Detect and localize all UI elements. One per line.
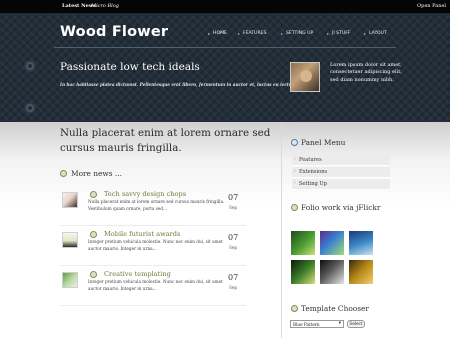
news-day: 07 bbox=[228, 193, 239, 202]
latest-news-link[interactable]: Micro Blog bbox=[91, 3, 119, 9]
subtagline: In hac habitasse platea dictumst. Pellen… bbox=[60, 82, 296, 87]
gear-ornament-icon bbox=[24, 102, 36, 114]
news-thumbnail[interactable] bbox=[62, 232, 78, 248]
news-excerpt: Integer pretium vehicula molestie. Nunc … bbox=[88, 279, 223, 291]
intro-text: Lorem ipsum dolor sit amet, consectetuer… bbox=[330, 62, 402, 83]
site-logo[interactable]: Wood Flower bbox=[60, 24, 168, 40]
bullet-icon bbox=[90, 191, 97, 198]
news-day: 07 bbox=[228, 233, 239, 242]
nav-home[interactable]: ▸ HOME bbox=[208, 31, 227, 36]
nav-home-label: HOME bbox=[213, 31, 227, 36]
news-thumbnail[interactable] bbox=[62, 192, 78, 208]
panel-item-extensions[interactable]: Extensions bbox=[292, 167, 390, 178]
top-news-bar: Latest News: Micro Blog Open Panel bbox=[0, 0, 450, 14]
panel-item-setting-up[interactable]: Setting Up bbox=[292, 179, 390, 190]
nav-arrow-icon: ▸ bbox=[364, 31, 367, 36]
sidebar-divider bbox=[281, 122, 282, 338]
nav-features[interactable]: ▸ FEATURES bbox=[238, 31, 267, 36]
bullet-icon bbox=[291, 305, 298, 312]
nav-arrow-icon: ▸ bbox=[327, 31, 330, 36]
flickr-photo[interactable] bbox=[290, 230, 316, 256]
news-month: Sep bbox=[229, 205, 238, 210]
news-thumbnail[interactable] bbox=[62, 272, 78, 288]
nav-divider bbox=[54, 47, 396, 48]
nav-ji-stuff[interactable]: ▸ JI STUFF bbox=[327, 31, 351, 36]
flickr-heading: Folio work via jFlickr bbox=[301, 203, 381, 212]
news-month: Sep bbox=[229, 245, 238, 250]
flickr-photo[interactable] bbox=[290, 259, 316, 285]
news-excerpt: Integer pretium vehicula molestie. Nunc … bbox=[88, 239, 223, 251]
nav-setting-up-label: SETTING UP bbox=[286, 31, 314, 36]
open-panel-link[interactable]: Open Panel bbox=[417, 3, 446, 9]
bullet-icon bbox=[90, 271, 97, 278]
nav-arrow-icon: ▸ bbox=[208, 31, 211, 36]
nav-setting-up[interactable]: ▸ SETTING UP bbox=[281, 31, 314, 36]
main-heading: Nulla placerat enim at lorem ornare sed … bbox=[60, 127, 271, 154]
news-divider bbox=[60, 265, 246, 266]
news-excerpt: Nulla placerat enim at lorem ornare sed … bbox=[88, 199, 225, 211]
nav-arrow-icon: ▸ bbox=[238, 31, 241, 36]
news-month: Sep bbox=[229, 285, 238, 290]
news-item: Creative templating Integer pretium vehi… bbox=[60, 270, 246, 308]
nav-ji-stuff-label: JI STUFF bbox=[332, 31, 351, 36]
flickr-photo[interactable] bbox=[319, 230, 345, 256]
gear-ornament-icon bbox=[24, 60, 36, 72]
flickr-photo[interactable] bbox=[348, 230, 374, 256]
more-news-heading: More news ... bbox=[71, 169, 122, 178]
news-day: 07 bbox=[228, 273, 239, 282]
news-title-link[interactable]: Tech savvy design chops bbox=[104, 190, 186, 198]
news-title-link[interactable]: Mobile futurist awards bbox=[104, 230, 180, 238]
bullet-icon bbox=[60, 170, 67, 177]
nav-layout-label: LAYOUT bbox=[369, 31, 387, 36]
tagline: Passionate low tech ideals bbox=[60, 61, 200, 73]
nav-layout[interactable]: ▸ LAYOUT bbox=[364, 31, 387, 36]
nav-features-label: FEATURES bbox=[243, 31, 267, 36]
news-divider bbox=[60, 225, 246, 226]
bullet-icon bbox=[90, 231, 97, 238]
nav-arrow-icon: ▸ bbox=[281, 31, 284, 36]
panel-item-features[interactable]: Features bbox=[292, 155, 390, 166]
news-title-link[interactable]: Creative templating bbox=[104, 270, 171, 278]
template-select[interactable]: Blue Pattern bbox=[290, 320, 344, 328]
bullet-icon bbox=[291, 204, 298, 211]
flickr-photo[interactable] bbox=[348, 259, 374, 285]
panel-menu-heading: Panel Menu bbox=[301, 138, 346, 147]
author-avatar bbox=[290, 62, 320, 92]
news-item: Mobile futurist awards Integer pretium v… bbox=[60, 230, 246, 268]
template-chooser-heading: Template Chooser bbox=[301, 304, 369, 313]
news-divider bbox=[60, 305, 246, 306]
select-button[interactable]: Select bbox=[347, 320, 365, 328]
news-item: Tech savvy design chops Nulla placerat e… bbox=[60, 190, 246, 228]
panel-menu-icon bbox=[291, 139, 298, 146]
flickr-photo[interactable] bbox=[319, 259, 345, 285]
